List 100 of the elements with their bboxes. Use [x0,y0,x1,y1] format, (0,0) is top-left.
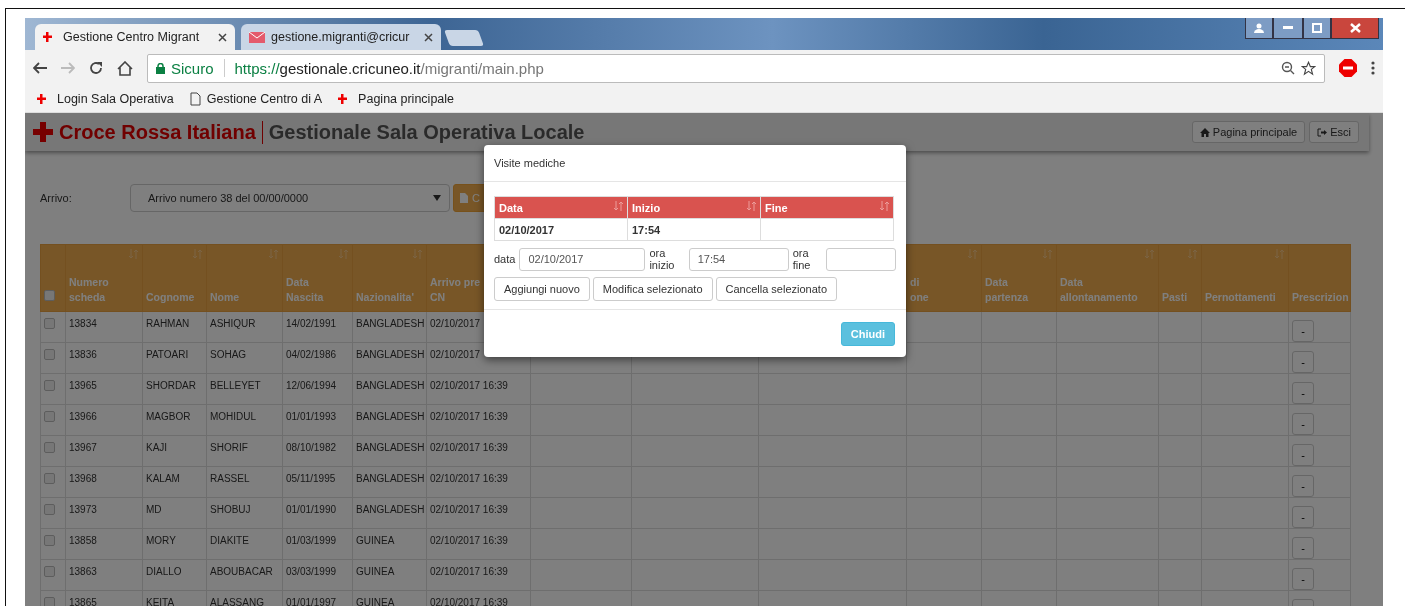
table-cell: ALASSANG [210,597,264,606]
table-cell: 02/10/2017 [499,223,555,236]
bookmark-link[interactable]: Pagina principale [358,92,454,106]
checkbox[interactable] [44,380,55,391]
back-icon[interactable] [33,62,47,74]
sort-icon[interactable] [1043,249,1052,259]
checkbox[interactable] [44,473,55,484]
table-cell: BANGLADESH [356,473,425,484]
zoom-out-icon[interactable] [1281,61,1295,75]
app-title: Gestionale Sala Operativa Locale [268,120,586,144]
column-header[interactable]: Inizio [627,196,761,219]
table-cell: BANGLADESH [356,442,425,453]
home-icon[interactable] [117,60,133,76]
table-cell: RAHMAN [146,318,190,329]
input-field[interactable] [826,247,896,271]
table-cell: ABOUBACAR [210,566,273,577]
checkbox[interactable] [44,597,55,606]
prescription-button[interactable]: - [1292,475,1314,497]
bookmark-link[interactable]: Gestione Centro di A [206,92,323,106]
table-cell: DIALLO [146,566,182,577]
reload-icon[interactable] [89,61,103,75]
checkbox[interactable] [44,411,55,422]
adblock-icon[interactable] [1339,59,1357,77]
new-tab-button[interactable] [444,30,484,46]
sort-icon[interactable] [129,249,138,259]
table-cell: 01/03/1999 [286,535,337,546]
checkbox[interactable] [44,442,55,453]
input-field[interactable]: 17:54 [688,247,789,271]
restore-icon [1312,23,1322,33]
table-cell: BANGLADESH [356,380,425,391]
close-icon[interactable] [218,32,227,42]
sort-icon[interactable] [193,249,202,259]
table-cell: 02/10/2017 16:39 [430,535,508,546]
table-cell: 13865 [69,597,97,606]
prescription-button[interactable]: - [1292,444,1314,466]
prescription-button[interactable]: - [1292,568,1314,590]
address-bar[interactable]: Sicuro https://gestionale.cricuneo.it/migranti/main.php [147,53,1325,83]
modal-button[interactable]: Modifica selezionato [592,277,713,301]
sort-icon[interactable] [413,249,422,259]
sort-icon[interactable] [1145,249,1154,259]
cross-icon [33,122,53,142]
table-cell: SHOBUJ [210,504,251,515]
sort-icon[interactable] [968,249,977,259]
table-cell: 02/10/2017 16:39 [430,597,508,606]
checkbox[interactable] [44,535,55,546]
prescription-button[interactable]: - [1292,320,1314,342]
close-icon[interactable] [424,32,433,42]
table-cell: BANGLADESH [356,349,425,360]
nav-button[interactable]: Pagina principale [1191,121,1306,143]
url-text: https://gestionale.cricuneo.it/migranti/main.php [234,59,545,77]
sort-icon[interactable] [614,201,623,211]
forward-icon[interactable] [61,62,75,74]
browser-tab[interactable]: Gestione Centro Migrant [35,24,235,50]
file-icon [460,193,468,203]
table-cell: KAJI [146,442,168,453]
sort-icon[interactable] [880,201,889,211]
sort-icon[interactable] [339,249,348,259]
star-icon[interactable] [1301,60,1316,76]
checkbox[interactable] [44,349,55,360]
prescription-button[interactable]: - [1292,413,1314,435]
checkbox[interactable] [44,318,55,329]
bookmark-link[interactable]: Login Sala Operativa [57,92,174,106]
table-cell: 02/10/2017 16:39 [430,504,508,515]
modal-button[interactable]: Cancella selezionato [715,277,838,301]
checkbox[interactable] [44,504,55,515]
prescription-button[interactable]: - [1292,506,1314,528]
page-icon [189,92,201,106]
prescription-button[interactable]: - [1292,537,1314,559]
checkbox[interactable] [44,566,55,577]
user-button[interactable] [1245,18,1273,39]
sort-icon[interactable] [1188,249,1197,259]
browser-tab[interactable]: gestione.migranti@cricur [241,24,441,50]
input-field[interactable]: 02/10/2017 [519,247,646,271]
prescription-button[interactable]: - [1292,382,1314,404]
checkbox[interactable] [44,290,55,301]
table-cell: BANGLADESH [356,318,425,329]
prescription-button[interactable]: - [1292,351,1314,373]
arrival-select[interactable]: Arrivo numero 38 del 00/00/0000 [130,184,450,212]
column-header[interactable]: Fine [760,196,894,219]
table-cell: 13967 [69,442,97,453]
restore-button[interactable] [1303,18,1331,39]
table-cell: 02/10/2017 [430,349,481,360]
menu-icon[interactable] [1371,61,1375,75]
sort-icon[interactable] [747,201,756,211]
table-cell: BANGLADESH [356,504,425,515]
nav-button[interactable]: Esci [1309,121,1359,143]
column-header[interactable]: Data [494,196,628,219]
table-cell: 08/10/1982 [286,442,337,453]
sort-icon[interactable] [1275,249,1284,259]
caret-icon [433,195,441,201]
table-cell: SOHAG [210,349,247,360]
filter-label: Arrivo: [40,192,73,204]
table-cell: ASHIQUR [210,318,256,329]
modal-button[interactable]: Aggiungi nuovo [494,277,590,301]
minimize-icon [1283,26,1293,30]
minimize-button[interactable] [1273,18,1303,39]
table-cell: RASSEL [210,473,250,484]
brand-name: Croce Rossa Italiana [59,120,263,144]
sort-icon[interactable] [269,249,278,259]
close-button[interactable] [1331,18,1379,39]
